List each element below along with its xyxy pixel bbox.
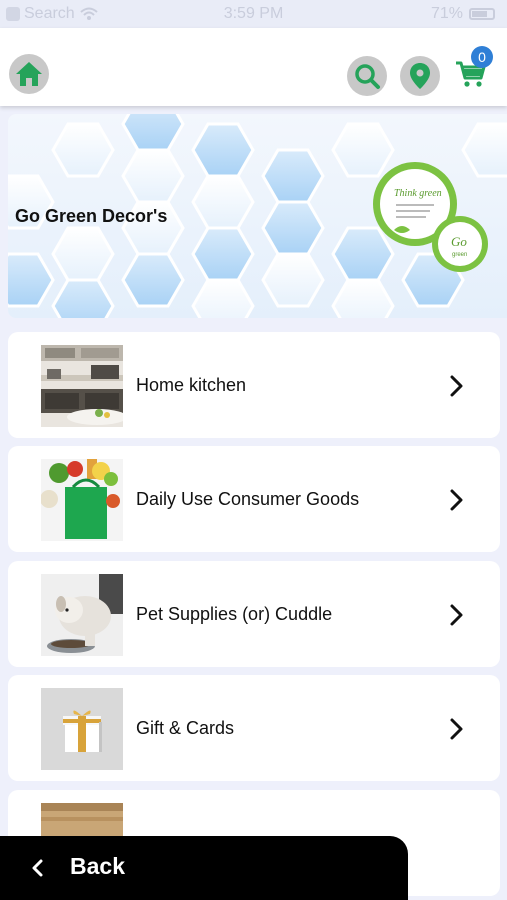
status-right: 71% <box>431 5 495 23</box>
puppy-photo <box>41 574 123 656</box>
category-card-consumer-goods[interactable]: Daily Use Consumer Goods <box>8 446 500 552</box>
battery-icon <box>469 8 495 20</box>
location-button[interactable] <box>400 56 440 96</box>
search-icon <box>355 64 380 89</box>
category-label: Daily Use Consumer Goods <box>136 489 360 509</box>
back-label: Back <box>70 853 125 879</box>
battery-percent: 71% <box>430 5 463 22</box>
go-green-badge-art: Think green Go green <box>373 162 488 272</box>
grocery-bag-photo <box>41 459 123 541</box>
kitchen-photo <box>41 345 123 427</box>
category-label: Gift & Cards <box>136 718 235 738</box>
art-text-bottom: Go <box>451 234 467 249</box>
art-text-top: Think green <box>394 188 442 199</box>
category-label: Pet Supplies (or) Cuddle <box>136 604 333 624</box>
status-bar: Search 3:59 PM 71% <box>0 0 507 28</box>
category-card-pet-supplies[interactable]: Pet Supplies (or) Cuddle <box>8 561 500 667</box>
chevron-right-icon <box>450 604 463 626</box>
top-app-bar <box>0 28 507 106</box>
category-card-home-kitchen[interactable]: Home kitchen <box>8 332 500 438</box>
category-label: Home kitchen <box>136 375 247 395</box>
promo-banner[interactable]: Go Green Decor's Think green Go green <box>8 114 507 318</box>
chevron-right-icon <box>450 375 463 397</box>
gift-box-photo <box>41 688 123 770</box>
app-screen: Search 3:59 PM 71% 0 Go Green Decor's Th… <box>0 0 507 900</box>
home-icon <box>16 62 42 86</box>
cart-count-badge: 0 <box>471 46 493 68</box>
chevron-left-icon <box>32 859 43 877</box>
home-button[interactable] <box>9 54 49 94</box>
category-card-gift-cards[interactable]: Gift & Cards <box>8 675 500 781</box>
location-pin-icon <box>410 63 430 89</box>
banner-title: Go Green Decor's <box>15 206 168 226</box>
back-button[interactable]: Back <box>0 836 408 900</box>
chevron-right-icon <box>450 718 463 740</box>
chevron-right-icon <box>450 489 463 511</box>
art-text-bottom-small: green <box>452 252 467 258</box>
search-button[interactable] <box>347 56 387 96</box>
